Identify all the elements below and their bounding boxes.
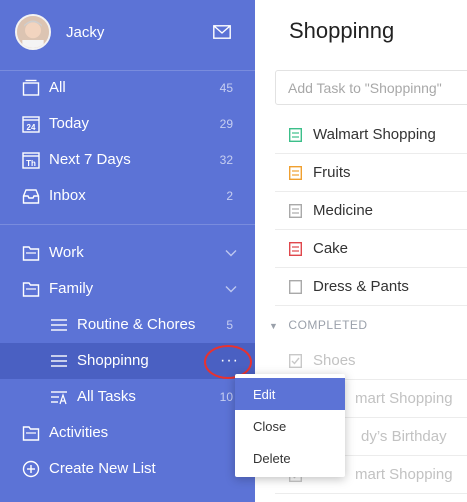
profile-header: Jacky: [0, 0, 255, 70]
task-label: Walmart Shopping: [313, 126, 436, 143]
calendar-today-icon: 24: [22, 116, 40, 133]
task-checkbox-icon[interactable]: [289, 166, 302, 180]
item-count: 10: [219, 390, 233, 404]
avatar[interactable]: [15, 14, 51, 50]
create-list-button[interactable]: Create New List: [0, 451, 255, 487]
task-label: Cake: [313, 240, 349, 257]
task-label: Medicine: [313, 202, 374, 219]
sidebar-item-work[interactable]: Work: [0, 235, 255, 271]
item-count: 32: [219, 153, 233, 167]
username: Jacky: [66, 24, 105, 41]
completed-section-header[interactable]: ▼ COMPLETED: [269, 318, 368, 332]
chevron-down-icon[interactable]: [225, 283, 237, 295]
sidebar-item-inbox[interactable]: Inbox 2: [0, 178, 255, 214]
sidebar-item-next-7-days[interactable]: Th Next 7 Days 32: [0, 142, 255, 178]
task-label: Fruits: [313, 164, 351, 181]
context-menu: Edit Close Delete: [235, 374, 345, 477]
sidebar-item-routine-chores[interactable]: Routine & Chores 5: [0, 307, 255, 343]
sidebar-item-label: Family: [49, 280, 94, 297]
mail-icon[interactable]: [213, 25, 231, 39]
context-menu-edit[interactable]: Edit: [235, 378, 345, 410]
item-count: 5: [226, 318, 233, 332]
collapse-triangle-icon[interactable]: ▼: [269, 321, 278, 331]
divider: [0, 224, 255, 225]
folder-icon: [22, 426, 40, 441]
item-count: 45: [219, 81, 233, 95]
item-count: 2: [226, 189, 233, 203]
task-checkbox-icon[interactable]: [289, 280, 302, 294]
task-label: dy’s Birthday: [361, 428, 447, 445]
task-item[interactable]: Dress & Pants: [275, 268, 467, 306]
task-label: mart Shopping: [355, 390, 453, 407]
task-checkbox-icon[interactable]: [289, 204, 302, 218]
task-item[interactable]: Medicine: [275, 192, 467, 230]
add-task-input[interactable]: Add Task to "Shoppinng": [275, 70, 467, 105]
context-menu-delete[interactable]: Delete: [235, 442, 345, 474]
checked-checkbox-icon[interactable]: [289, 354, 302, 368]
sidebar-item-label: Inbox: [49, 187, 86, 204]
sidebar-item-activities[interactable]: Activities: [0, 415, 255, 451]
sidebar-item-all-tasks[interactable]: All Tasks 10: [0, 379, 255, 415]
sidebar-item-label: All: [49, 79, 66, 96]
task-label: Dress & Pants: [313, 278, 409, 295]
task-label: mart Shopping: [355, 466, 453, 483]
sidebar-item-label: All Tasks: [77, 388, 136, 405]
task-item[interactable]: Fruits: [275, 154, 467, 192]
list-lines-icon: [51, 355, 67, 367]
list-lines-icon: [51, 319, 67, 331]
sidebar-item-label: Today: [49, 115, 90, 132]
task-item[interactable]: Walmart Shopping: [275, 116, 467, 154]
folder-icon: [22, 246, 40, 261]
completed-label: COMPLETED: [288, 318, 368, 332]
sidebar-item-today[interactable]: 24 Today 29: [0, 106, 255, 142]
sidebar-item-label: Activities: [49, 424, 109, 441]
context-menu-close[interactable]: Close: [235, 410, 345, 442]
inbox-icon: [22, 189, 40, 204]
folder-icon: [22, 282, 40, 297]
task-checkbox-icon[interactable]: [289, 128, 302, 142]
task-checkbox-icon[interactable]: [289, 242, 302, 256]
task-label: Shoes: [313, 352, 356, 369]
filter-list-icon: [51, 391, 67, 405]
page-title: Shoppinng: [289, 18, 395, 43]
svg-text:Th: Th: [26, 159, 36, 168]
sidebar-item-all[interactable]: All 45: [0, 70, 255, 106]
sidebar-item-family[interactable]: Family: [0, 271, 255, 307]
sidebar: Jacky All 45 24 Today 29 Th Next 7 Days …: [0, 0, 255, 502]
avatar-face-icon: [17, 16, 49, 48]
all-list-icon: [22, 79, 40, 96]
task-item[interactable]: Cake: [275, 230, 467, 268]
sidebar-item-label: Work: [49, 244, 84, 261]
sidebar-item-label: Routine & Chores: [77, 316, 196, 333]
sidebar-item-label: Next 7 Days: [49, 151, 131, 168]
chevron-down-icon[interactable]: [225, 247, 237, 259]
sidebar-item-label: Shoppinng: [77, 352, 149, 369]
create-list-label: Create New List: [49, 460, 156, 477]
item-count: 29: [219, 117, 233, 131]
svg-text:24: 24: [27, 123, 36, 132]
plus-circle-icon: [22, 460, 40, 478]
calendar-week-icon: Th: [22, 152, 40, 169]
